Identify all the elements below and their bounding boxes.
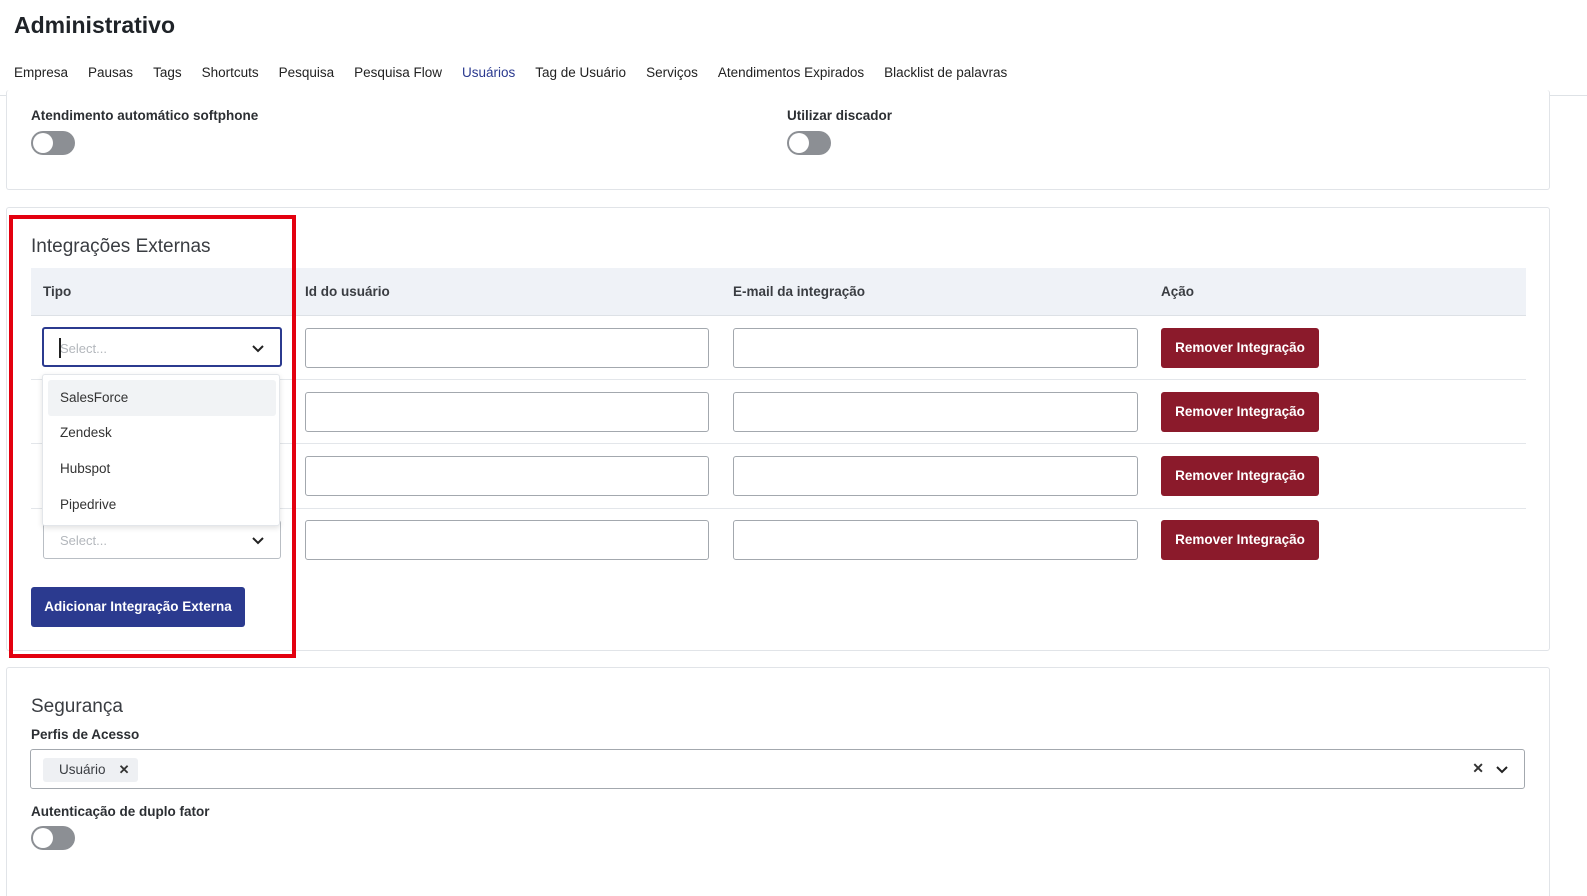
profiles-multiselect[interactable]: Usuário ✕ ✕	[30, 749, 1525, 789]
select-placeholder: Select...	[60, 533, 107, 548]
profile-chip: Usuário ✕	[43, 758, 138, 782]
tipo-select-row-1[interactable]: Select...	[42, 327, 282, 367]
chevron-down-icon	[252, 537, 264, 545]
toggle-knob	[33, 133, 53, 153]
email-input-row-1[interactable]	[733, 328, 1138, 368]
dropdown-option-zendesk[interactable]: Zendesk	[48, 415, 276, 451]
text-caret	[59, 338, 61, 358]
dropdown-option-salesforce[interactable]: SalesForce	[48, 380, 276, 416]
chip-remove-icon[interactable]: ✕	[119, 758, 130, 782]
user-id-input-row-4[interactable]	[305, 520, 709, 560]
email-input-row-2[interactable]	[733, 392, 1138, 432]
add-integration-button[interactable]: Adicionar Integração Externa	[31, 587, 245, 627]
remove-integration-button-row-3[interactable]: Remover Integração	[1161, 456, 1319, 496]
two-factor-toggle[interactable]	[31, 826, 75, 850]
dialer-toggle[interactable]	[787, 131, 831, 155]
softphone-card: Atendimento automático softphone Utiliza…	[6, 90, 1550, 190]
integrations-title: Integrações Externas	[31, 236, 211, 257]
user-id-input-row-2[interactable]	[305, 392, 709, 432]
remove-integration-button-row-4[interactable]: Remover Integração	[1161, 520, 1319, 560]
dropdown-option-hubspot[interactable]: Hubspot	[48, 451, 276, 487]
remove-integration-button-row-2[interactable]: Remover Integração	[1161, 392, 1319, 432]
select-placeholder: Select...	[60, 341, 107, 356]
col-tipo: Tipo	[43, 284, 72, 299]
dropdown-option-pipedrive[interactable]: Pipedrive	[48, 487, 276, 523]
two-factor-label: Autenticação de duplo fator	[31, 804, 210, 819]
col-email: E-mail da integração	[733, 284, 866, 299]
profiles-label: Perfis de Acesso	[31, 727, 140, 742]
email-input-row-3[interactable]	[733, 456, 1138, 496]
user-id-input-row-3[interactable]	[305, 456, 709, 496]
col-action: Ação	[1161, 284, 1195, 299]
user-id-input-row-1[interactable]	[305, 328, 709, 368]
chevron-down-icon	[252, 345, 264, 353]
security-title: Segurança	[31, 696, 123, 717]
email-input-row-4[interactable]	[733, 520, 1138, 560]
tipo-dropdown-menu: SalesForce Zendesk Hubspot Pipedrive	[42, 374, 280, 526]
auto-answer-toggle[interactable]	[31, 131, 75, 155]
toggle-knob	[33, 828, 53, 848]
chevron-down-icon[interactable]	[1494, 762, 1510, 778]
page-title: Administrativo	[14, 12, 176, 38]
remove-integration-button-row-1[interactable]: Remover Integração	[1161, 328, 1319, 368]
profile-chip-label: Usuário	[59, 762, 106, 777]
auto-answer-label: Atendimento automático softphone	[31, 108, 259, 123]
dialer-label: Utilizar discador	[787, 108, 893, 123]
integrations-table-header: Tipo Id do usuário E-mail da integração …	[31, 268, 1526, 316]
toggle-knob	[789, 133, 809, 153]
col-user-id: Id do usuário	[305, 284, 390, 299]
clear-icon[interactable]: ✕	[1472, 760, 1484, 777]
